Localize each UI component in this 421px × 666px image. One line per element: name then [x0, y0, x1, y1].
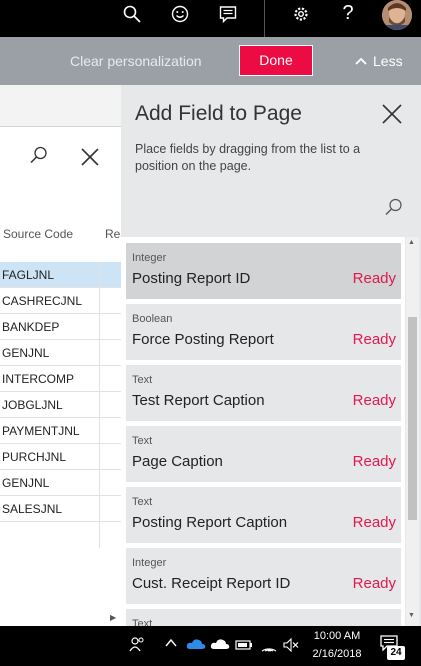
- table-row[interactable]: BANKDEP: [0, 314, 130, 340]
- chevron-up-icon[interactable]: [165, 638, 177, 648]
- volume-muted-icon[interactable]: [283, 638, 299, 652]
- onedrive-cloud-icon[interactable]: [186, 637, 206, 651]
- scrollbar-thumb[interactable]: [408, 317, 417, 520]
- scroll-down-icon[interactable]: ▼: [408, 612, 415, 619]
- top-app-bar: ?: [0, 0, 421, 37]
- field-status: Ready: [352, 514, 396, 531]
- help-icon[interactable]: ?: [338, 0, 358, 27]
- clock-date[interactable]: 2/16/2018: [303, 648, 371, 660]
- field-status: Ready: [352, 270, 396, 287]
- field-card[interactable]: Integer Cust. Receipt Report ID Ready: [126, 548, 401, 604]
- journal-grid: FAGLJNL CASHRECJNL BANKDEP GENJNL INTERC…: [0, 262, 130, 548]
- search-icon[interactable]: [385, 198, 403, 216]
- onedrive-white-icon[interactable]: [210, 637, 230, 651]
- wifi-icon[interactable]: [261, 638, 277, 652]
- table-row[interactable]: CASHRECJNL: [0, 288, 130, 314]
- field-card[interactable]: Boolean Force Posting Report Ready: [126, 304, 401, 360]
- vertical-scrollbar[interactable]: ▲ ▼: [406, 237, 419, 626]
- table-row[interactable]: GENJNL: [0, 470, 130, 496]
- less-button[interactable]: Less: [355, 37, 403, 85]
- field-card[interactable]: Integer Posting Report ID Ready: [126, 243, 401, 299]
- scroll-right-icon[interactable]: ▶: [110, 613, 116, 622]
- less-label: Less: [373, 53, 403, 69]
- field-status: Ready: [352, 453, 396, 470]
- table-row[interactable]: FAGLJNL: [0, 262, 130, 288]
- table-row[interactable]: JOBGLJNL: [0, 392, 130, 418]
- table-row[interactable]: SALESJNL: [0, 496, 130, 522]
- notification-badge: 24: [387, 646, 405, 660]
- clear-personalization-button[interactable]: Clear personalization: [70, 37, 202, 85]
- smiley-icon[interactable]: [170, 0, 190, 27]
- field-list: Integer Posting Report ID Ready Boolean …: [121, 237, 405, 626]
- field-card[interactable]: Text Posting Report Caption Ready: [126, 487, 401, 543]
- field-name: Force Posting Report: [132, 331, 274, 348]
- people-icon[interactable]: [129, 636, 145, 654]
- scroll-up-icon[interactable]: ▲: [408, 239, 415, 246]
- field-status: Ready: [352, 392, 396, 409]
- field-type: Text: [132, 618, 153, 626]
- table-row: [0, 522, 130, 548]
- field-status: Ready: [352, 575, 396, 592]
- field-card[interactable]: Text Page Caption Ready: [126, 426, 401, 482]
- add-field-panel: Add Field to Page Place fields by draggi…: [121, 85, 421, 626]
- field-name: Cust. Receipt Report ID: [132, 575, 291, 592]
- field-name: Posting Report ID: [132, 270, 251, 287]
- field-name: Test Report Caption: [132, 392, 265, 409]
- background-page: Source Code Rea FAGLJNL CASHRECJNL BANKD…: [0, 85, 130, 626]
- gear-icon[interactable]: [291, 0, 311, 27]
- field-card[interactable]: Text: [126, 609, 401, 626]
- field-type: Integer: [132, 252, 167, 264]
- field-name: Page Caption: [132, 453, 223, 470]
- field-name: Posting Report Caption: [132, 514, 288, 531]
- field-type: Integer: [132, 557, 167, 569]
- clock-time[interactable]: 10:00 AM: [303, 630, 371, 642]
- column-header-source-code[interactable]: Source Code: [3, 227, 73, 241]
- table-row[interactable]: INTERCOMP: [0, 366, 130, 392]
- chevron-up-icon: [355, 57, 367, 65]
- table-row[interactable]: GENJNL: [0, 340, 130, 366]
- field-card[interactable]: Text Test Report Caption Ready: [126, 365, 401, 421]
- field-status: Ready: [352, 331, 396, 348]
- done-button[interactable]: Done: [239, 45, 313, 76]
- message-icon[interactable]: [218, 0, 238, 27]
- close-icon[interactable]: [81, 148, 99, 166]
- field-type: Text: [132, 435, 153, 447]
- divider: [0, 126, 130, 127]
- topbar-divider: [264, 0, 265, 37]
- panel-title: Add Field to Page: [135, 102, 302, 125]
- search-icon[interactable]: [122, 0, 142, 27]
- field-type: Boolean: [132, 313, 173, 325]
- field-type: Text: [132, 374, 153, 386]
- taskbar: 10:00 AM 2/16/2018 24: [0, 626, 421, 666]
- field-type: Text: [132, 496, 153, 508]
- search-icon[interactable]: [30, 146, 48, 164]
- close-icon[interactable]: [382, 104, 402, 124]
- battery-icon[interactable]: [235, 639, 253, 651]
- column-divider: [99, 262, 100, 548]
- panel-instructions: Place fields by dragging from the list t…: [135, 142, 361, 173]
- table-row[interactable]: PAYMENTJNL: [0, 418, 130, 444]
- background-header: [0, 85, 130, 126]
- avatar[interactable]: [382, 0, 412, 30]
- table-row[interactable]: PURCHJNL: [0, 444, 130, 470]
- personalization-bar: Clear personalization Done Less: [0, 37, 421, 85]
